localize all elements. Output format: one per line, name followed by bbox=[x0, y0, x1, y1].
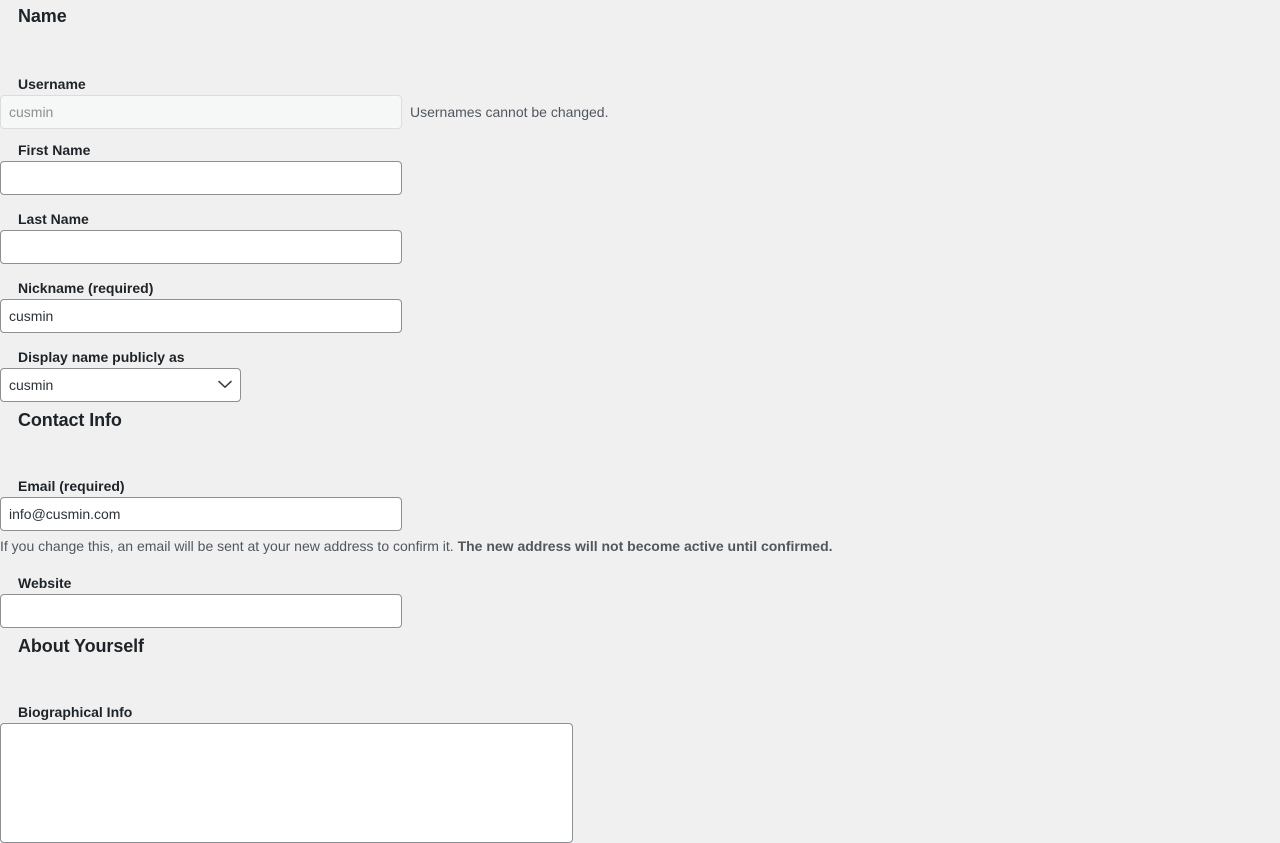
display-name-select[interactable]: cusmin bbox=[0, 367, 241, 402]
label-website: Website bbox=[18, 575, 72, 591]
form-row-email: Email (required) If you change this, an … bbox=[0, 468, 833, 556]
form-row-display-name: Display name publicly as cusmin bbox=[0, 339, 254, 402]
email-description: If you change this, an email will be sen… bbox=[0, 537, 833, 557]
form-row-website: Website bbox=[0, 565, 402, 628]
field-cell-nickname bbox=[0, 298, 402, 333]
field-cell-display-name: cusmin bbox=[0, 367, 254, 402]
biographical-info-textarea[interactable] bbox=[0, 722, 573, 843]
email-input[interactable] bbox=[0, 496, 402, 531]
field-cell-website bbox=[0, 593, 402, 628]
form-row-username: Username Usernames cannot be changed. bbox=[0, 66, 608, 129]
display-name-select-wrapper[interactable]: cusmin bbox=[0, 367, 241, 402]
username-help-text: Usernames cannot be changed. bbox=[410, 103, 609, 120]
label-nickname: Nickname (required) bbox=[18, 280, 154, 296]
label-username: Username bbox=[18, 76, 86, 92]
last-name-input[interactable] bbox=[0, 229, 402, 264]
section-heading-contact-info: Contact Info bbox=[18, 410, 122, 430]
nickname-input[interactable] bbox=[0, 298, 402, 333]
field-cell-biographical-info bbox=[0, 722, 573, 843]
label-display-name: Display name publicly as bbox=[18, 349, 185, 365]
form-row-biographical-info: Biographical Info bbox=[0, 694, 573, 843]
user-profile-form: Name Username Usernames cannot be change… bbox=[0, 0, 1280, 843]
website-input[interactable] bbox=[0, 593, 402, 628]
label-biographical-info: Biographical Info bbox=[18, 704, 133, 720]
form-row-first-name: First Name bbox=[0, 132, 402, 195]
first-name-input[interactable] bbox=[0, 160, 402, 195]
email-description-bold: The new address will not become active u… bbox=[457, 537, 833, 554]
form-row-last-name: Last Name bbox=[0, 201, 402, 264]
email-description-normal: If you change this, an email will be sen… bbox=[0, 537, 458, 554]
label-first-name: First Name bbox=[18, 142, 91, 158]
username-input[interactable] bbox=[0, 94, 402, 129]
field-cell-username: Usernames cannot be changed. bbox=[0, 94, 609, 129]
form-row-nickname: Nickname (required) bbox=[0, 270, 402, 333]
section-heading-about-yourself: About Yourself bbox=[18, 636, 144, 656]
field-cell-last-name bbox=[0, 229, 402, 264]
label-email: Email (required) bbox=[18, 478, 125, 494]
field-cell-email: If you change this, an email will be sen… bbox=[0, 496, 833, 557]
field-cell-first-name bbox=[0, 160, 402, 195]
section-heading-name: Name bbox=[18, 6, 67, 26]
label-last-name: Last Name bbox=[18, 211, 89, 227]
